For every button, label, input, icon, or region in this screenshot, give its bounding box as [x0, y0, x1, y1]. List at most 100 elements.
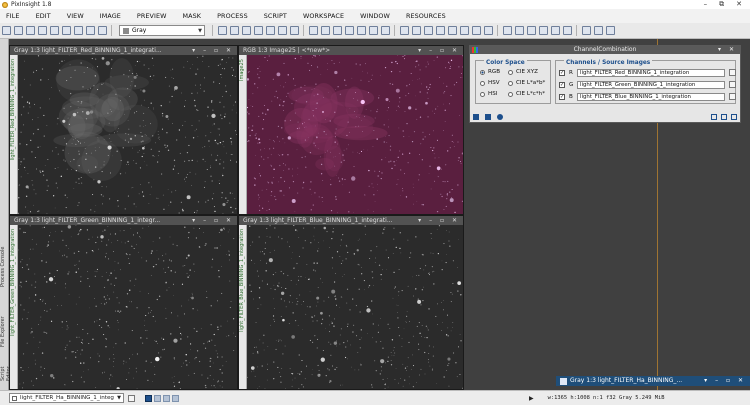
radio-cie-xyz[interactable]: CIE XYZ: [508, 69, 538, 75]
zoom-1-4-icon[interactable]: [368, 26, 378, 35]
monitor-icon[interactable]: [581, 26, 591, 35]
new-instance-icon[interactable]: [473, 114, 479, 120]
invert-mask-icon[interactable]: [471, 26, 481, 35]
view-id-tab[interactable]: light_FILTER_Green_BINNING_1_integration: [10, 225, 18, 389]
reset-stf-icon[interactable]: [435, 26, 445, 35]
image-window-green[interactable]: Gray 1:3 light_FILTER_Green_BINNING_1_in…: [9, 215, 238, 390]
colorspace-select[interactable]: Gray ▼: [119, 25, 205, 36]
channel-g-select-view-button[interactable]: [729, 81, 736, 88]
browse-documentation-icon[interactable]: [711, 114, 717, 120]
pan-icon[interactable]: [217, 26, 227, 35]
open-icon[interactable]: [13, 26, 23, 35]
zoom-in-icon[interactable]: [320, 26, 330, 35]
menu-edit[interactable]: EDIT: [28, 12, 59, 20]
save-icon[interactable]: [25, 26, 35, 35]
cascade-icon[interactable]: [562, 26, 572, 35]
menu-mask[interactable]: MASK: [175, 12, 210, 20]
channel-g-checkbox[interactable]: ✓: [559, 81, 565, 88]
radio-rgb[interactable]: RGB: [480, 69, 500, 75]
iconized-image-window[interactable]: Gray 1:3 light_FILTER_Ha_BINNING_... ▾ –…: [556, 376, 750, 386]
image-window-title[interactable]: Gray 1:3 light_FILTER_Green_BINNING_1_in…: [10, 216, 237, 225]
channel-g-source-input[interactable]: light_FILTER_Green_BINNING_1_integration: [577, 80, 725, 89]
play-icon[interactable]: ▶: [529, 395, 534, 402]
image-canvas[interactable]: [18, 225, 237, 389]
save-as-icon[interactable]: [37, 26, 47, 35]
display-channel-icon[interactable]: [399, 26, 409, 35]
window-buttons[interactable]: ▾ – ▫ ✕: [192, 216, 237, 225]
file-explorer-tab[interactable]: File Explorer: [0, 307, 9, 357]
menu-preview[interactable]: PREVIEW: [129, 12, 175, 20]
show-mask-icon[interactable]: [459, 26, 469, 35]
view-selector-button[interactable]: [128, 394, 135, 402]
channel-b-select-view-button[interactable]: [729, 93, 736, 100]
process-console-tab[interactable]: Process Console: [0, 235, 9, 299]
auto-stf-icon[interactable]: [423, 26, 433, 35]
view-id-tab[interactable]: light_FILTER_Red_BINNING_1_integration: [10, 55, 18, 214]
script-editor-tab[interactable]: Script Editor: [0, 359, 12, 389]
explorer-icon[interactable]: [593, 26, 603, 35]
menu-workspace[interactable]: WORKSPACE: [295, 12, 352, 20]
restore-button[interactable]: ⧉: [719, 0, 724, 9]
window-buttons[interactable]: ▾ – ▫ ✕: [192, 46, 237, 55]
image-window-rgb[interactable]: RGB 1:3 Image25 | <*new*> ▾ – ▫ ✕ Image2…: [238, 45, 464, 215]
view-id-tab[interactable]: Image25: [239, 55, 247, 214]
reset-icon[interactable]: [731, 114, 737, 120]
iconized-window-buttons[interactable]: ▾ – ▫ ✕: [704, 376, 750, 386]
menu-image[interactable]: IMAGE: [92, 12, 129, 20]
radio-cie-lab[interactable]: CIE L*a*b*: [508, 80, 545, 86]
workspace-3-button[interactable]: [163, 394, 170, 402]
menu-file[interactable]: FILE: [0, 12, 28, 20]
stf-icon[interactable]: [411, 26, 421, 35]
apply-global-icon[interactable]: [497, 114, 503, 120]
navigator-icon[interactable]: [289, 26, 299, 35]
menu-process[interactable]: PROCESS: [209, 12, 256, 20]
menu-view[interactable]: VIEW: [59, 12, 92, 20]
process-window-title[interactable]: ChannelCombination ▾ ✕: [470, 46, 740, 54]
channel-r-select-view-button[interactable]: [729, 69, 736, 76]
image-window-red[interactable]: Gray 1:3 light_FILTER_Red_BINNING_1_inte…: [9, 45, 238, 215]
window-buttons[interactable]: ▾ – ▫ ✕: [418, 46, 463, 55]
zoom-1-1-icon[interactable]: [344, 26, 354, 35]
console-icon[interactable]: [605, 26, 615, 35]
track-view-icon[interactable]: [721, 114, 727, 120]
readout-icon[interactable]: [241, 26, 251, 35]
fit-view-icon[interactable]: [229, 26, 239, 35]
image-window-title[interactable]: Gray 1:3 light_FILTER_Blue_BINNING_1_int…: [239, 216, 463, 225]
image-window-blue[interactable]: Gray 1:3 light_FILTER_Blue_BINNING_1_int…: [238, 215, 464, 390]
radio-hsv[interactable]: HSV: [480, 80, 500, 86]
radio-cie-lch[interactable]: CIE L*c*h*: [508, 91, 545, 97]
new-image-icon[interactable]: [1, 26, 11, 35]
channel-r-checkbox[interactable]: ✓: [559, 69, 565, 76]
workspace-2-icon[interactable]: [514, 26, 524, 35]
image-canvas[interactable]: [247, 225, 463, 389]
menu-resources[interactable]: RESOURCES: [398, 12, 454, 20]
image-canvas[interactable]: [18, 55, 237, 214]
radio-hsi[interactable]: HSI: [480, 91, 497, 97]
redo-all-icon[interactable]: [97, 26, 107, 35]
lock-icon[interactable]: [483, 26, 493, 35]
zoom-fit-icon[interactable]: [308, 26, 318, 35]
edit-preview-icon[interactable]: [265, 26, 275, 35]
mask-icon[interactable]: [447, 26, 457, 35]
undo-all-icon[interactable]: [85, 26, 95, 35]
redo-icon[interactable]: [73, 26, 83, 35]
channel-r-source-input[interactable]: light_FILTER_Red_BINNING_1_integration: [577, 68, 725, 77]
channel-b-checkbox[interactable]: ✓: [559, 93, 565, 100]
zoom-1-2-icon[interactable]: [356, 26, 366, 35]
workspace-3-icon[interactable]: [526, 26, 536, 35]
channel-combination-window[interactable]: ChannelCombination ▾ ✕ Color Space RGB C…: [469, 45, 741, 123]
view-id-tab[interactable]: light_FILTER_Blue_BINNING_1_integration: [239, 225, 247, 389]
window-buttons[interactable]: ▾ – ▫ ✕: [418, 216, 463, 225]
image-window-title[interactable]: Gray 1:3 light_FILTER_Red_BINNING_1_inte…: [10, 46, 237, 55]
view-selector[interactable]: light_FILTER_Ha_BINNING_1_integ ▼: [9, 393, 124, 403]
image-canvas[interactable]: [247, 55, 463, 214]
minimize-button[interactable]: –: [704, 0, 708, 9]
new-preview-icon[interactable]: [253, 26, 263, 35]
process-window-buttons[interactable]: ▾ ✕: [718, 46, 737, 54]
workspace-2-button[interactable]: [154, 394, 161, 402]
workspace-1-icon[interactable]: [502, 26, 512, 35]
channel-b-source-input[interactable]: light_FILTER_Blue_BINNING_1_integration: [577, 92, 725, 101]
zoom-out-icon[interactable]: [332, 26, 342, 35]
close-image-icon[interactable]: [49, 26, 59, 35]
undo-icon[interactable]: [61, 26, 71, 35]
